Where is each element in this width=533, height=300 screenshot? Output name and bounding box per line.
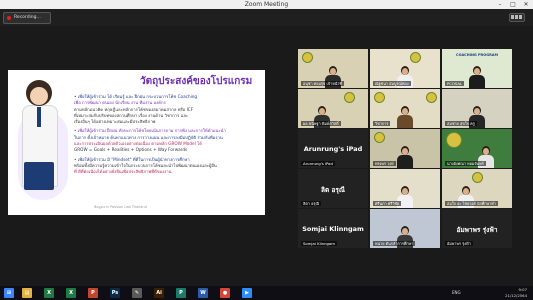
participant-name: ณัฐชนา สมบูรณ์ทอง — [373, 81, 411, 86]
app-glyph: Ps — [111, 290, 119, 296]
participant-name: อนุชา ทองสุข เจ้าหน้าที่ — [301, 81, 344, 86]
maximize-button[interactable]: □ — [507, 0, 519, 9]
participant-tile[interactable]: ศรีนภา ศรีวิชัย — [370, 169, 440, 208]
participant-display-name: ลิต อรุณี — [321, 186, 345, 194]
bullet-1: • เพื่อให้ผู้เข้าร่วม ได้ เรียนรู้ และ ฝ… — [74, 94, 260, 125]
window-titlebar: Zoom Meeting – □ ✕ — [0, 0, 533, 9]
participant-name: สมชาย สุขใจ ครู — [445, 121, 477, 126]
recording-label: Recording... — [14, 15, 41, 20]
paint-icon[interactable]: ✎ — [132, 288, 142, 298]
app-glyph: ✎ — [134, 290, 140, 296]
windows-start-icon[interactable]: ⊞ — [4, 288, 14, 298]
participant-name: PCOSAL — [445, 81, 465, 86]
word-icon[interactable]: W — [198, 288, 208, 298]
participant-name: ลิตา อรุณี — [301, 201, 321, 206]
publisher-icon[interactable]: P — [176, 288, 186, 298]
participant-tile[interactable]: ณัฐชนา สมบูรณ์ทอง — [370, 49, 440, 88]
school-logo-icon — [410, 52, 421, 63]
participant-tile[interactable]: สมใจ ยะ ไชยวงค์ นักศึกษาทำ — [442, 169, 512, 208]
grid-icon — [515, 15, 518, 19]
illustrator-icon[interactable]: Ai — [154, 288, 164, 298]
participant-tile[interactable]: อนุชา ทองสุข เจ้าหน้าที่ — [298, 49, 368, 88]
participant-name: Somjai Klinngam — [301, 241, 337, 246]
system-clock[interactable]: 9:07 21/12/2564 — [505, 287, 527, 299]
close-button[interactable]: ✕ — [520, 0, 532, 9]
app-glyph: ● — [222, 290, 228, 296]
photoshop-icon[interactable]: Ps — [110, 288, 120, 298]
school-logo-icon — [302, 52, 313, 63]
participant-tile[interactable]: Somjai Klinngam Somjai Klinngam — [298, 209, 368, 248]
grid-icon — [511, 15, 514, 19]
app-glyph: ▶ — [245, 290, 249, 296]
participant-tile[interactable]: Arunrung's iPad Arunrung's iPad — [298, 129, 368, 168]
record-dot-icon — [7, 16, 11, 20]
bullet-line: ที่ ดีที่ต่อเนื่องได้อย่างยั่งยืนเพื่อปร… — [74, 169, 172, 175]
participant-tile[interactable]: COACHING PROGRAM PCOSAL — [442, 49, 512, 88]
chrome-icon[interactable]: ● — [220, 288, 230, 298]
minimize-button[interactable]: – — [494, 0, 506, 9]
participant-display-name: Somjai Klinngam — [302, 225, 364, 233]
participant-name: ผอ.ขนิษฐา พิมพ์สวัสดิ์ — [301, 121, 341, 126]
meeting-toolbar — [0, 9, 533, 26]
grid-icon — [519, 15, 522, 19]
bullet-2: • เพื่อให้ผู้เข้าร่วม ฝึกฝน ทักษะการโค้ช… — [74, 128, 260, 153]
school-logo-icon — [472, 172, 483, 183]
participant-name: Arunrung's iPad — [301, 161, 335, 166]
participant-tile[interactable]: สมชาย สุขใจ ครู — [442, 89, 512, 128]
participant-tile[interactable]: นางอังคณา หอมจันทร์ — [442, 129, 512, 168]
bullet-3: • เพื่อให้ผู้เข้าร่วม มี "Mindset" ที่ดี… — [74, 157, 260, 176]
shared-screen: วัตถุประสงค์ของโปรแกรม • เพื่อให้ผู้เข้า… — [8, 70, 265, 215]
participant-name: ทรงพร วงษ์ — [373, 161, 396, 166]
slide-credit: ข้อมูลจาก Passion Lab Thailand — [94, 205, 147, 209]
school-logo-icon — [426, 92, 437, 103]
participant-display-name: อัมพาพร รุ่งฟ้า — [456, 226, 498, 234]
banner-text: COACHING PROGRAM — [456, 53, 498, 57]
file-explorer-icon[interactable]: ▤ — [22, 288, 32, 298]
excel-icon[interactable]: X — [44, 288, 54, 298]
window-title: Zoom Meeting — [244, 1, 289, 8]
zoom-icon[interactable]: ▶ — [242, 288, 252, 298]
participant-name: อัมพาพร รุ่งฟ้า — [445, 241, 473, 246]
participant-name: วิชาการ — [373, 121, 391, 126]
app-glyph: W — [200, 290, 206, 296]
app-glyph: ⊞ — [6, 290, 12, 296]
participant-tile[interactable]: ลิต อรุณี ลิตา อรุณี — [298, 169, 368, 208]
bullet-line: GROW = Goals + Realities + Options + Way… — [74, 147, 188, 153]
participant-tile[interactable]: อัมพาพร รุ่งฟ้า อัมพาพร รุ่งฟ้า — [442, 209, 512, 248]
recording-indicator[interactable]: Recording... — [3, 12, 51, 24]
school-logo-icon — [374, 132, 385, 143]
app-glyph: Ai — [156, 290, 162, 296]
app-glyph: X — [69, 290, 73, 296]
powerpoint-icon[interactable]: P — [88, 288, 98, 298]
gallery-view-button[interactable] — [509, 13, 525, 22]
bullet-line: เรื่องอื่นๆ ได้อย่างเหมาะสมและมีประสิทธิ… — [74, 119, 156, 125]
excel-2-icon[interactable]: X — [66, 288, 76, 298]
language-indicator[interactable]: ENG — [452, 286, 461, 300]
slide-bullets: • เพื่อให้ผู้เข้าร่วม ได้ เรียนรู้ และ ฝ… — [74, 94, 260, 179]
participant-tile[interactable]: ทรงพร วงษ์ — [370, 129, 440, 168]
participant-name: ศรีนภา ศรีวิชัย — [373, 201, 402, 206]
app-glyph: X — [47, 290, 51, 296]
participant-name: สมใจ ยะ ไชยวงค์ นักศึกษาทำ — [445, 201, 498, 206]
participant-display-name: Arunrung's iPad — [303, 145, 363, 153]
participant-name: หน่วย ต้นกล้าการศึกษา — [373, 241, 416, 246]
app-glyph: P — [179, 290, 183, 296]
clock-date: 21/12/2564 — [505, 293, 527, 298]
app-glyph: ▤ — [24, 290, 30, 296]
participant-tile[interactable]: ผอ.ขนิษฐา พิมพ์สวัสดิ์ — [298, 89, 368, 128]
school-logo-icon — [374, 92, 385, 103]
slide-title: วัตถุประสงค์ของโปรแกรม — [140, 76, 253, 87]
school-logo-icon — [344, 92, 355, 103]
school-logo-icon — [446, 132, 462, 148]
participant-tile[interactable]: หน่วย ต้นกล้าการศึกษา — [370, 209, 440, 248]
app-glyph: P — [91, 290, 95, 296]
participant-name: นางอังคณา หอมจันทร์ — [445, 161, 486, 166]
participant-tile[interactable]: วิชาการ — [370, 89, 440, 128]
windows-taskbar: ⊞ ▤ X X P Ps ✎ Ai P W ● ▶ ENG 9:07 21/12/2564 — [0, 286, 533, 300]
